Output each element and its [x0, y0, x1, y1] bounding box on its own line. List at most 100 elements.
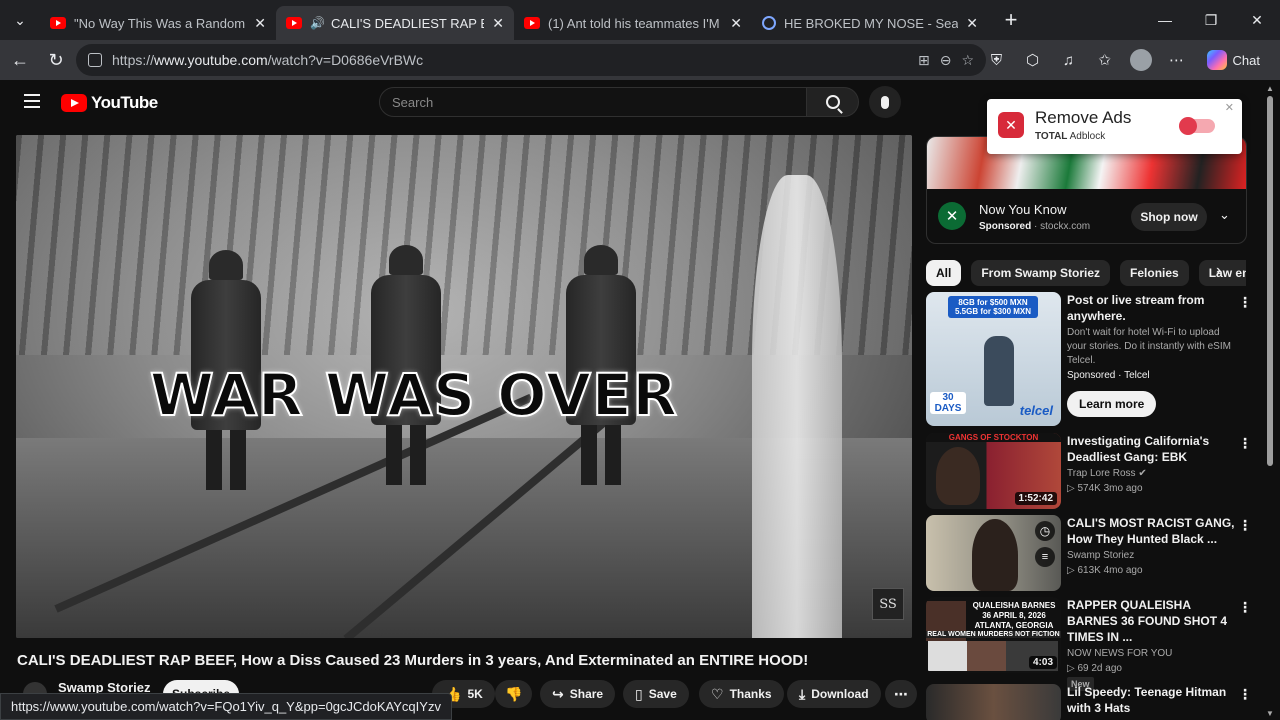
youtube-logo[interactable]: YouTube — [61, 93, 158, 113]
close-icon[interactable]: ✕ — [966, 15, 978, 32]
channel-line: Trap Lore Ross ✔ — [1067, 468, 1147, 479]
list-item[interactable]: 8GB for $500 MXN 5.5GB for $300 MXN 30 D… — [926, 292, 1261, 430]
favorite-star-icon[interactable]: ☆ — [961, 52, 974, 69]
more-icon[interactable]: ⋮ — [1238, 599, 1252, 616]
scroll-up-icon[interactable]: ▲ — [1266, 84, 1274, 93]
tab-1[interactable]: 🔊 CALI'S DEADLIEST RAP BEEF, How a ✕ — [276, 6, 514, 40]
list-item[interactable]: GANGS OF STOCKTON 1:52:42 Investigating … — [926, 433, 1261, 511]
save-label: Save — [648, 687, 677, 701]
tab-title: CALI'S DEADLIEST RAP BEEF, How a — [330, 15, 484, 31]
close-icon[interactable]: ✕ — [492, 15, 504, 32]
address-bar[interactable]: https://www.youtube.com/watch?v=D0686eVr… — [76, 44, 986, 76]
profile-icon[interactable] — [1125, 44, 1157, 76]
close-window-button[interactable]: ✕ — [1234, 0, 1280, 40]
list-item[interactable]: Lil Speedy: Teenage Hitman with 3 Hats ⋮ — [926, 684, 1261, 720]
video-thumbnail[interactable]: ◷ ≡ — [926, 515, 1061, 591]
guide-menu-icon[interactable] — [24, 94, 40, 108]
navigation-bar: ← ↻ https://www.youtube.com/watch?v=D068… — [0, 40, 1280, 80]
scrollbar-thumb[interactable] — [1267, 96, 1273, 466]
close-icon[interactable]: ✕ — [254, 15, 266, 32]
shop-now-button[interactable]: Shop now — [1131, 203, 1207, 231]
thumbnail-caption-2: REAL WOMEN MURDERS NOT FICTION — [926, 631, 1061, 638]
adblock-extension-icon[interactable]: ⛨ — [981, 44, 1013, 76]
chip-law[interactable]: Law en — [1198, 260, 1246, 286]
reload-button[interactable]: ↻ — [38, 44, 74, 76]
search-button[interactable] — [807, 87, 859, 117]
video-thumbnail[interactable] — [926, 684, 1061, 720]
thanks-button[interactable]: ♡ Thanks — [699, 680, 784, 708]
maximize-button[interactable]: ❐ — [1188, 0, 1234, 40]
search-placeholder: Search — [392, 94, 434, 110]
adblock-popup: ✕ Remove Ads TOTAL Adblock ✕ — [987, 99, 1242, 154]
speaker-icon[interactable]: 🔊 — [310, 16, 325, 30]
copilot-icon — [1206, 50, 1227, 70]
person-figure — [972, 519, 1018, 591]
more-icon[interactable]: ⋮ — [1238, 686, 1252, 703]
new-tab-button[interactable]: + — [996, 5, 1026, 35]
toolbar-extensions: ⛨ ⬡ ♫ ✩ ⋯ Chat — [981, 44, 1270, 76]
voice-search-button[interactable] — [869, 86, 901, 118]
popup-brand: TOTAL Adblock — [1035, 131, 1106, 142]
video-thumbnail[interactable]: GANGS OF STOCKTON 1:52:42 — [926, 433, 1061, 509]
chip-all[interactable]: All — [926, 260, 962, 286]
minimize-button[interactable]: — — [1142, 0, 1188, 40]
video-duration: 1:52:42 — [1014, 492, 1057, 505]
thanks-icon: ♡ — [711, 685, 724, 702]
video-info: Investigating California's Deadliest Gan… — [1067, 433, 1237, 494]
watch-later-icon[interactable]: ◷ — [1035, 521, 1055, 541]
zoom-icon[interactable]: ⊖ — [940, 52, 952, 69]
more-actions-button[interactable]: ⋯ — [885, 680, 917, 708]
chevron-right-icon[interactable]: › — [1216, 262, 1221, 280]
tab-actions-menu[interactable]: ⌄ — [4, 4, 36, 36]
thumbnail-caption: GANGS OF STOCKTON — [926, 433, 1061, 442]
thanks-label: Thanks — [729, 687, 772, 701]
share-button[interactable]: ↪ Share — [540, 680, 616, 708]
app-install-icon[interactable]: ⊞ — [918, 52, 930, 69]
tab-2[interactable]: (1) Ant told his teammates I'M NOT ✕ — [514, 6, 752, 40]
more-icon[interactable]: ⋮ — [1238, 435, 1252, 452]
more-icon[interactable]: ⋮ — [1238, 294, 1252, 311]
video-player[interactable]: WAR WAS OVER SS — [16, 135, 912, 638]
extensions-icon[interactable]: ⬡ — [1017, 44, 1049, 76]
more-menu-icon[interactable]: ⋯ — [1161, 44, 1193, 76]
channel-watermark[interactable]: SS — [872, 588, 904, 620]
video-thumbnail[interactable]: QUALEISHA BARNES 36 APRIL 8, 2026 ATLANT… — [926, 597, 1061, 673]
media-control-icon[interactable]: ♫ — [1053, 44, 1085, 76]
video-meta: ▷ 574K 3mo ago — [1067, 483, 1143, 494]
tab-3[interactable]: HE BROKED MY NOSE - Search ✕ — [752, 6, 988, 40]
dislike-button[interactable]: 👎 — [495, 680, 533, 708]
thumbnail-caption: QUALEISHA BARNES 36 APRIL 8, 2026 ATLANT… — [972, 601, 1056, 630]
favorites-icon[interactable]: ✩ — [1089, 44, 1121, 76]
popup-title: Remove Ads — [1035, 108, 1132, 127]
youtube-play-icon — [61, 94, 87, 112]
like-count: 5K — [467, 687, 483, 701]
avatar — [1129, 49, 1152, 71]
add-to-queue-icon[interactable]: ≡ — [1035, 547, 1055, 567]
save-button[interactable]: ▯ Save — [623, 680, 689, 708]
back-button[interactable]: ← — [2, 44, 38, 76]
search-input[interactable]: Search — [379, 87, 807, 117]
more-icon[interactable]: ⋮ — [1238, 517, 1252, 534]
tab-0[interactable]: "No Way This Was a Random Traffic ✕ — [40, 6, 276, 40]
close-icon[interactable]: ✕ — [730, 15, 742, 32]
page-scrollbar[interactable]: ▲ ▼ — [1264, 82, 1276, 720]
chevron-down-icon[interactable]: ⌄ — [1219, 207, 1230, 223]
youtube-icon — [50, 17, 66, 29]
copilot-chat-button[interactable]: Chat — [1197, 45, 1270, 75]
close-icon[interactable]: ✕ — [1225, 101, 1234, 114]
list-item[interactable]: QUALEISHA BARNES 36 APRIL 8, 2026 ATLANT… — [926, 597, 1261, 692]
learn-more-button[interactable]: Learn more — [1067, 391, 1157, 417]
youtube-icon — [524, 17, 540, 29]
chip-from-channel[interactable]: From Swamp Storiez — [971, 260, 1111, 286]
video-info: Post or live stream from anywhere. Don't… — [1067, 292, 1237, 417]
remove-ads-toggle[interactable] — [1179, 117, 1215, 135]
video-info: RAPPER QUALEISHA BARNES 36 FOUND SHOT 4 … — [1067, 597, 1237, 692]
scroll-down-icon[interactable]: ▼ — [1266, 709, 1274, 718]
channel-name: Swamp Storiez — [1067, 550, 1135, 561]
download-button[interactable]: ⤓ Download — [787, 680, 881, 708]
site-info-icon[interactable] — [88, 53, 102, 67]
thumbnail-days: 30 DAYS — [930, 392, 966, 414]
video-thumbnail[interactable]: 8GB for $500 MXN 5.5GB for $300 MXN 30 D… — [926, 292, 1061, 426]
list-item[interactable]: ◷ ≡ CALI'S MOST RACIST GANG, How They Hu… — [926, 515, 1261, 593]
chip-felonies[interactable]: Felonies — [1120, 260, 1189, 286]
